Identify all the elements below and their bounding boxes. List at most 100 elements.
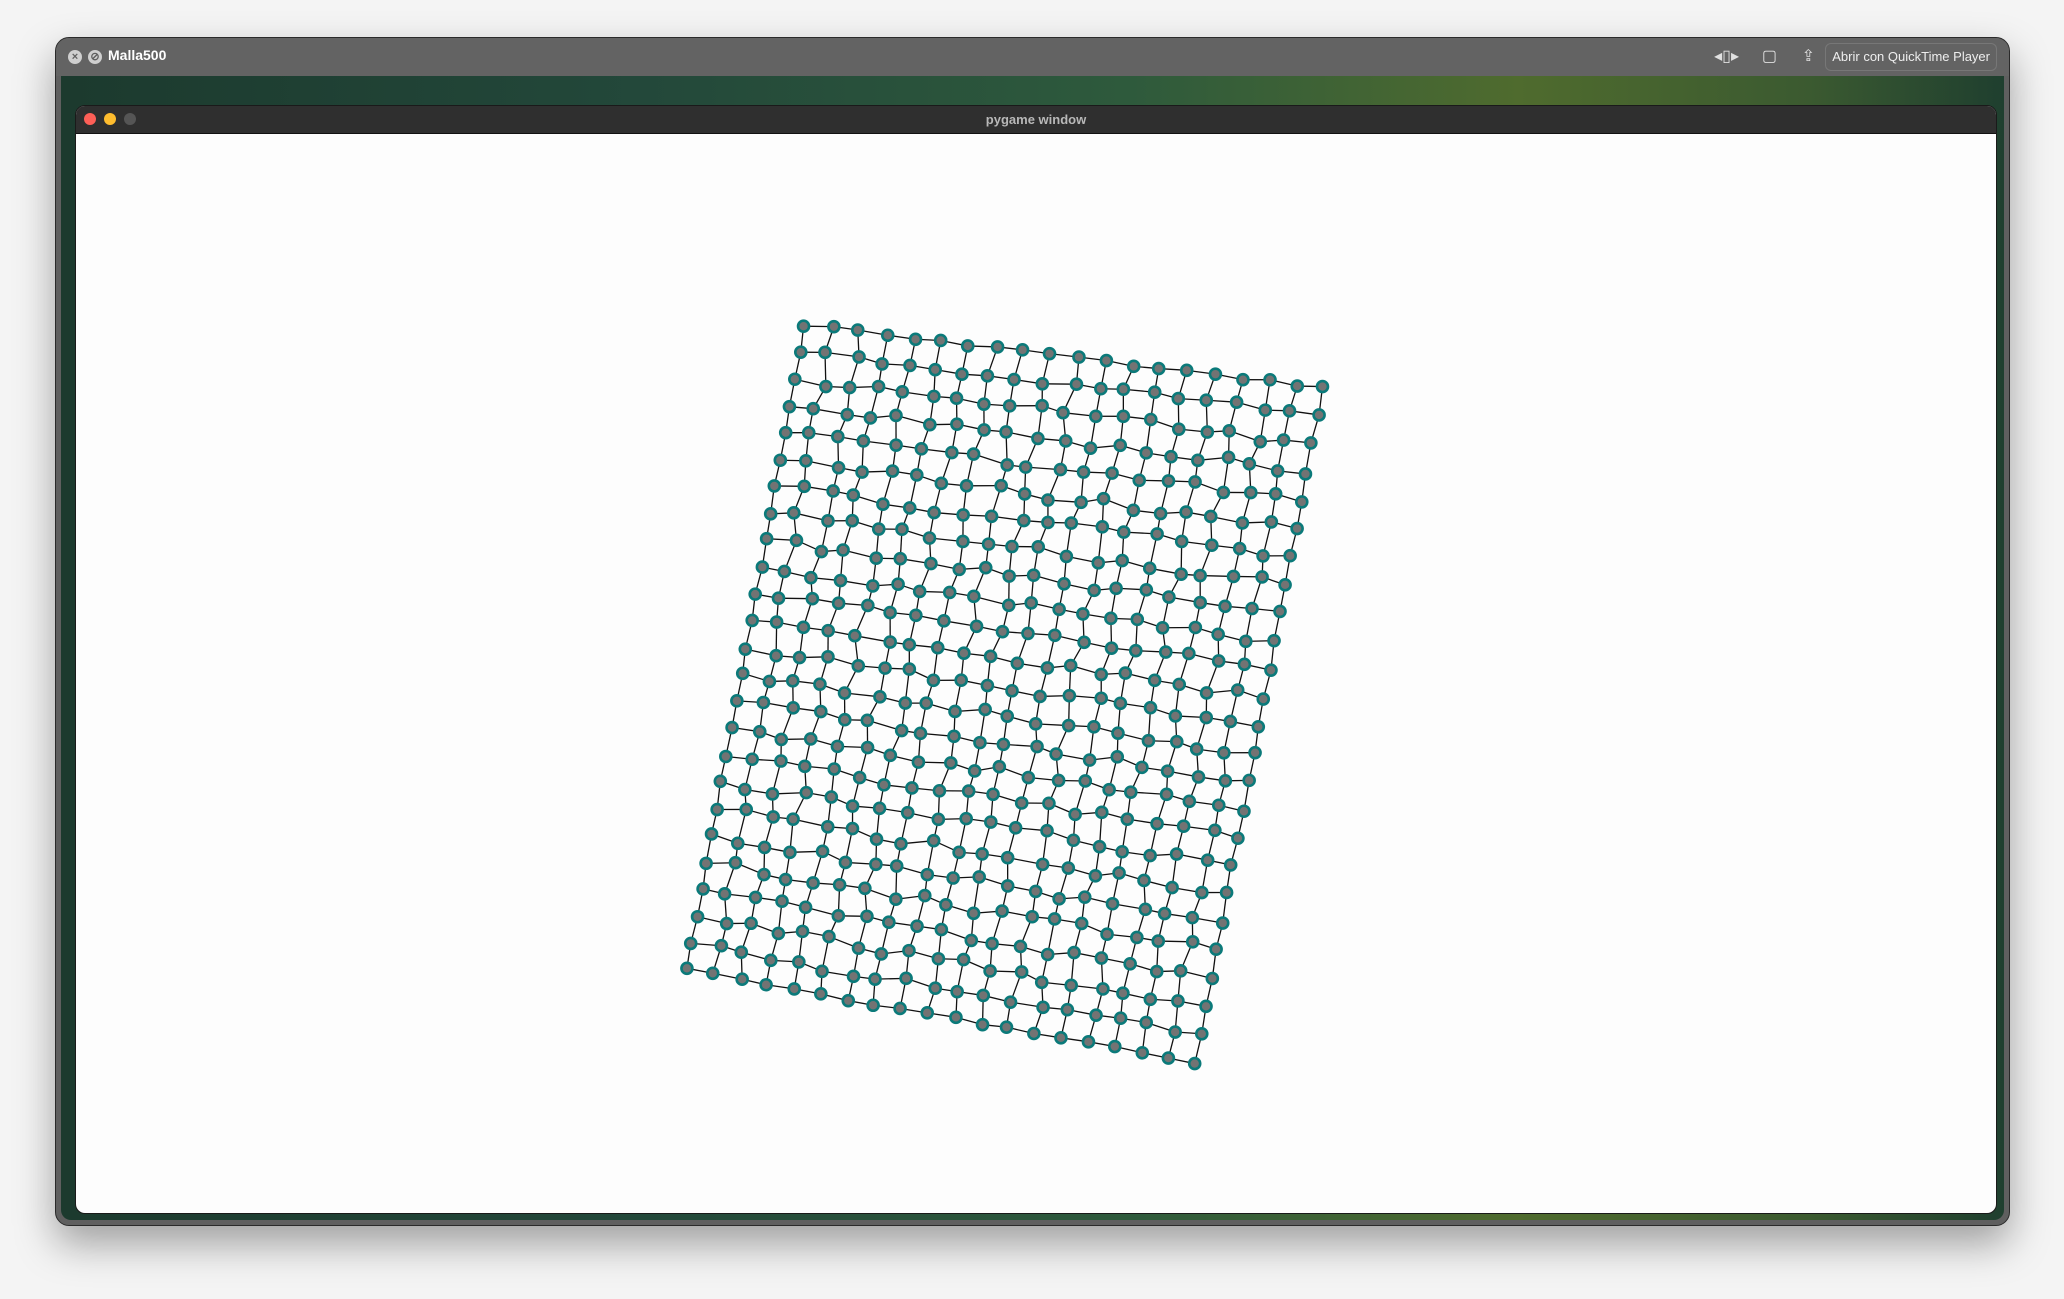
mesh-node bbox=[1161, 1051, 1176, 1065]
mesh-node bbox=[1120, 812, 1135, 826]
mesh-node bbox=[852, 350, 866, 364]
mesh-node bbox=[950, 417, 964, 431]
mesh-node bbox=[1194, 1026, 1209, 1041]
mesh-node bbox=[764, 953, 778, 968]
mesh-node bbox=[1283, 548, 1297, 563]
mesh-node bbox=[1007, 372, 1021, 387]
mesh-node bbox=[923, 417, 937, 432]
mesh-node bbox=[934, 476, 949, 491]
mesh-node bbox=[798, 900, 813, 915]
mesh-node bbox=[856, 434, 871, 448]
mesh-node bbox=[1147, 673, 1162, 688]
mesh-node bbox=[1159, 787, 1174, 802]
mesh-node bbox=[803, 732, 818, 746]
mesh-node bbox=[948, 704, 962, 719]
mesh-node bbox=[1171, 391, 1186, 406]
mesh-node bbox=[1208, 823, 1222, 838]
mesh-node bbox=[730, 694, 744, 708]
mesh-node bbox=[714, 938, 729, 953]
mesh-node bbox=[869, 832, 884, 846]
mesh-node bbox=[1149, 964, 1164, 979]
mesh-node bbox=[945, 445, 959, 460]
mesh-node bbox=[1113, 696, 1128, 711]
mesh-node bbox=[789, 533, 804, 548]
mesh-node bbox=[895, 385, 910, 399]
mesh-node bbox=[1008, 821, 1023, 835]
mesh-node bbox=[837, 686, 852, 700]
mesh-node bbox=[1315, 379, 1330, 394]
mesh-node bbox=[759, 531, 774, 546]
mesh-node bbox=[956, 952, 971, 967]
mesh-node bbox=[889, 892, 903, 907]
mesh-node bbox=[1040, 823, 1054, 838]
mesh-node bbox=[895, 522, 909, 537]
mesh-node bbox=[1115, 553, 1130, 568]
mesh-node bbox=[902, 501, 917, 515]
mesh-node bbox=[841, 993, 856, 1008]
mesh-node bbox=[1089, 409, 1103, 424]
mesh-node bbox=[1151, 361, 1166, 376]
mesh-node bbox=[920, 1006, 935, 1020]
mesh-node bbox=[1028, 884, 1043, 899]
mesh-node bbox=[1092, 839, 1107, 854]
mesh-node bbox=[1024, 596, 1038, 610]
mesh-node bbox=[1256, 549, 1270, 563]
mesh-node bbox=[1200, 853, 1215, 867]
mesh-node bbox=[850, 323, 865, 337]
mesh-node bbox=[831, 429, 845, 444]
mesh-node bbox=[1151, 934, 1166, 948]
mesh-node bbox=[1143, 848, 1157, 863]
mesh-node bbox=[869, 551, 883, 566]
mesh-node bbox=[713, 774, 728, 789]
mesh-node bbox=[1242, 456, 1257, 471]
mesh-node bbox=[964, 933, 979, 948]
mesh-node bbox=[1002, 399, 1017, 413]
mesh-node bbox=[767, 479, 782, 493]
mesh-node bbox=[1088, 868, 1103, 883]
mesh-node bbox=[1231, 831, 1245, 846]
mesh-node bbox=[1096, 491, 1111, 506]
mesh-node bbox=[995, 904, 1009, 918]
mesh-node bbox=[1069, 377, 1084, 392]
mesh-node bbox=[1179, 363, 1194, 378]
mesh-node bbox=[1139, 446, 1154, 460]
mesh-node bbox=[759, 977, 773, 992]
mesh-node bbox=[1208, 367, 1223, 381]
mesh-node bbox=[1013, 939, 1028, 954]
mesh-node bbox=[1273, 604, 1287, 619]
mesh-node bbox=[983, 964, 997, 978]
mesh-node bbox=[927, 505, 941, 520]
mesh-node bbox=[972, 870, 987, 884]
mesh-node bbox=[1161, 474, 1176, 488]
mesh-node bbox=[931, 812, 946, 827]
mesh-node bbox=[814, 987, 828, 1001]
mesh-node bbox=[999, 425, 1013, 439]
mesh-node bbox=[757, 840, 772, 855]
mesh-node bbox=[1256, 692, 1271, 706]
mesh-node bbox=[1067, 945, 1081, 960]
mesh-node bbox=[777, 564, 792, 579]
mesh-node bbox=[1113, 438, 1128, 453]
mesh-node bbox=[1130, 930, 1144, 945]
mesh-node bbox=[719, 916, 734, 931]
mesh-node bbox=[952, 845, 966, 860]
mesh-node bbox=[840, 407, 855, 422]
mesh-node bbox=[865, 579, 880, 593]
mesh-node bbox=[944, 756, 958, 770]
mesh-node bbox=[813, 677, 827, 691]
mesh-node bbox=[1000, 850, 1015, 865]
mesh-node bbox=[1135, 1045, 1150, 1060]
mesh-node bbox=[748, 587, 762, 601]
mesh-node bbox=[1191, 770, 1206, 784]
mesh-node bbox=[919, 696, 934, 710]
mesh-node bbox=[969, 619, 984, 634]
mesh-node bbox=[984, 815, 998, 829]
mesh-node bbox=[1035, 377, 1050, 391]
mesh-node bbox=[905, 781, 919, 795]
mesh-node bbox=[827, 319, 841, 334]
mesh-node bbox=[831, 460, 846, 475]
mesh-node bbox=[851, 659, 866, 673]
mesh-node bbox=[1081, 1035, 1096, 1049]
mesh-node bbox=[773, 453, 788, 468]
mesh-node bbox=[1191, 453, 1205, 468]
